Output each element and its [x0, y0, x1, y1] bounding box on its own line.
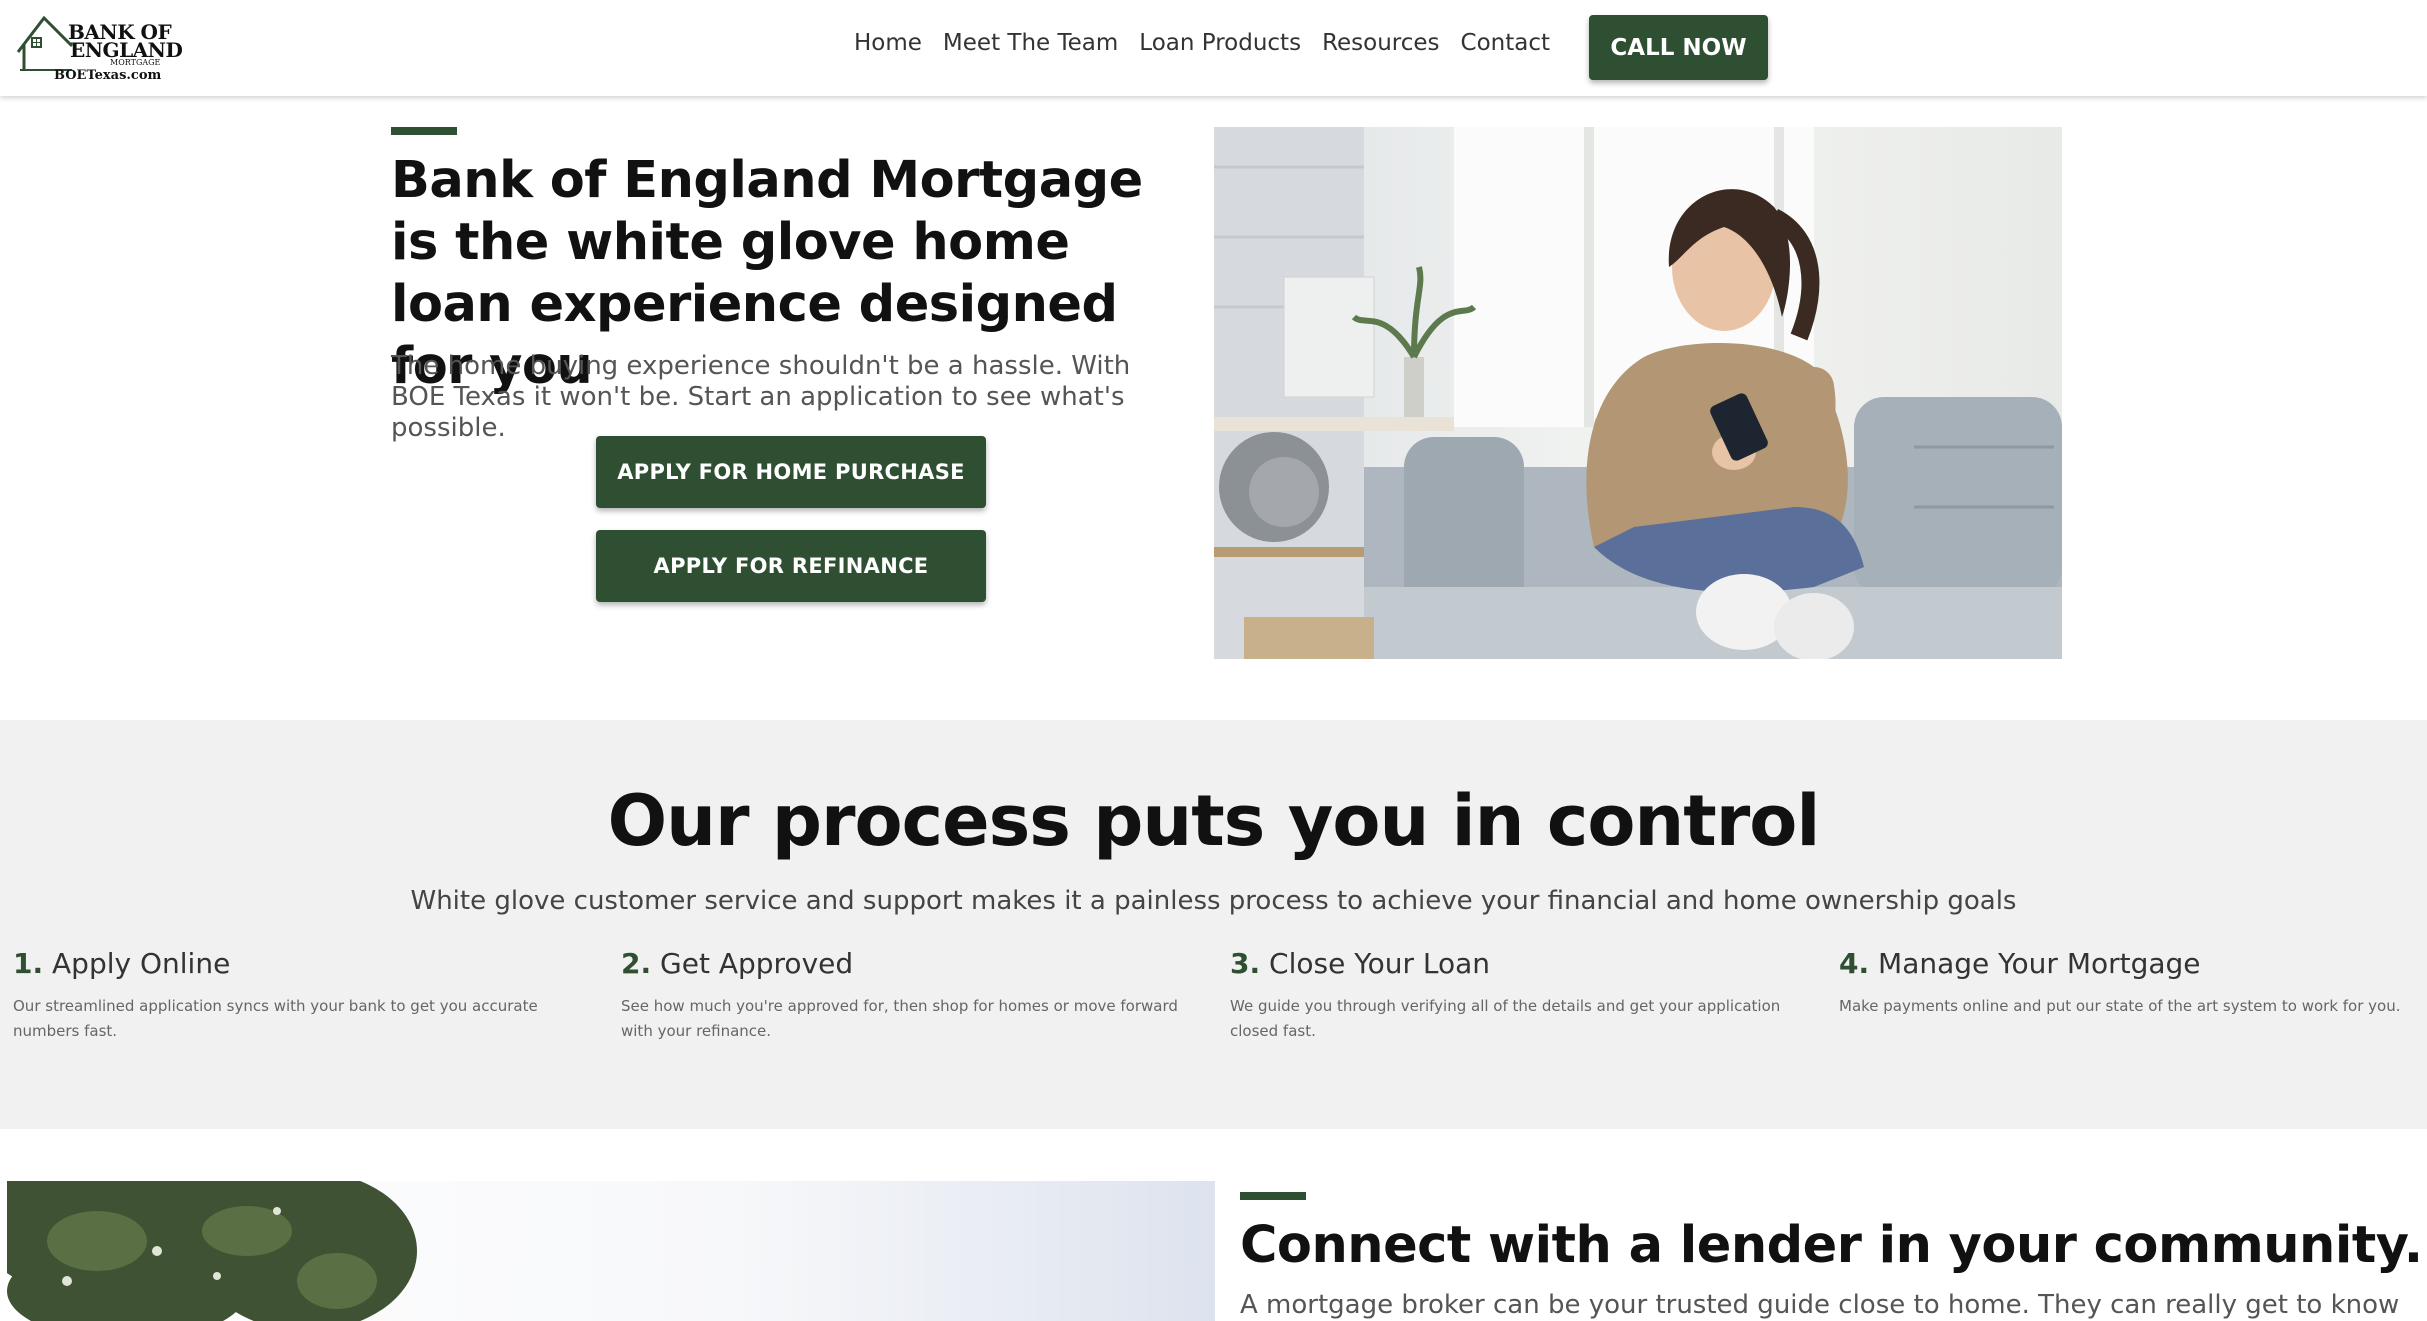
nav-loan-products[interactable]: Loan Products	[1139, 28, 1301, 58]
lender-title: Connect with a lender in your community.	[1240, 1216, 2423, 1275]
hero-subtitle: The home buying experience shouldn't be …	[391, 351, 1131, 443]
lender-photo-tree	[7, 1181, 1215, 1321]
hero-photo-illustration	[1214, 127, 2062, 659]
call-now-button[interactable]: CALL NOW	[1589, 15, 1768, 80]
step-description: We guide you through verifying all of th…	[1230, 997, 1781, 1040]
main-nav: Home Meet The Team Loan Products Resourc…	[854, 28, 1550, 58]
lender-photo-illustration	[7, 1181, 1215, 1321]
step-title: Close Your Loan	[1269, 947, 1491, 980]
step-title: Manage Your Mortgage	[1878, 947, 2201, 980]
apply-home-purchase-button[interactable]: APPLY FOR HOME PURCHASE	[596, 436, 986, 508]
step-description: Make payments online and put our state o…	[1839, 997, 2401, 1015]
process-section: Our process puts you in control White gl…	[0, 720, 2427, 1129]
step-number: 1.	[13, 947, 44, 980]
nav-home[interactable]: Home	[854, 28, 922, 58]
apply-refinance-button[interactable]: APPLY FOR REFINANCE	[596, 530, 986, 602]
lender-accent-bar	[1240, 1192, 1306, 1200]
nav-meet-the-team[interactable]: Meet The Team	[943, 28, 1118, 58]
process-step-manage-your-mortgage: 4. Manage Your Mortgage Make payments on…	[1839, 947, 2424, 1019]
nav-resources[interactable]: Resources	[1322, 28, 1439, 58]
step-description: Our streamlined application syncs with y…	[13, 997, 538, 1040]
process-step-apply-online: 1. Apply Online Our streamlined applicat…	[13, 947, 593, 1044]
site-header: BANK OF ENGLAND MORTGAGE BOETexas.com Ho…	[0, 0, 2427, 96]
lender-subtitle: A mortgage broker can be your trusted gu…	[1240, 1290, 2400, 1320]
process-title: Our process puts you in control	[607, 780, 1821, 862]
nav-contact[interactable]: Contact	[1461, 28, 1550, 58]
step-number: 4.	[1839, 947, 1870, 980]
step-number: 3.	[1230, 947, 1261, 980]
step-number: 2.	[621, 947, 652, 980]
company-logo[interactable]: BANK OF ENGLAND MORTGAGE BOETexas.com	[14, 12, 183, 86]
process-step-close-your-loan: 3. Close Your Loan We guide you through …	[1230, 947, 1810, 1044]
process-step-get-approved: 2. Get Approved See how much you're appr…	[621, 947, 1201, 1044]
step-title: Get Approved	[660, 947, 854, 980]
logo-text-mortgage: MORTGAGE	[110, 58, 161, 67]
house-logo-icon	[16, 15, 74, 71]
hero-photo-woman-on-sofa	[1214, 127, 2062, 659]
step-description: See how much you're approved for, then s…	[621, 997, 1178, 1040]
step-title: Apply Online	[52, 947, 231, 980]
logo-url: BOETexas.com	[54, 68, 162, 83]
hero-accent-bar	[391, 127, 457, 135]
process-subtitle: White glove customer service and support…	[410, 886, 2017, 916]
